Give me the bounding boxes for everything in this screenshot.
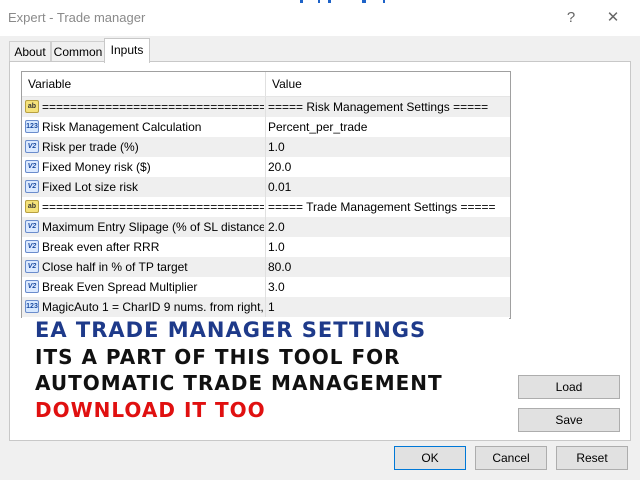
enum-type-icon: 123 — [25, 120, 39, 133]
column-header-value[interactable]: Value — [266, 72, 510, 96]
variable-name: Fixed Money risk ($) — [42, 160, 151, 174]
load-button[interactable]: Load — [518, 375, 620, 399]
double-type-icon: V2 — [25, 180, 39, 193]
double-type-icon: V2 — [25, 220, 39, 233]
inputs-grid: Variable Value ab ======================… — [21, 71, 511, 319]
table-row[interactable]: V2 Break Even Spread Multiplier 3.0 — [22, 277, 510, 297]
chart-strip — [318, 0, 320, 3]
table-row[interactable]: ab ================================ ====… — [22, 197, 510, 217]
variable-value[interactable]: 0.01 — [268, 177, 504, 197]
table-row[interactable]: V2 Close half in % of TP target 80.0 — [22, 257, 510, 277]
variable-name: Close half in % of TP target — [42, 260, 188, 274]
window-title: Expert - Trade manager — [8, 10, 146, 25]
chart-strip — [362, 0, 366, 3]
table-row[interactable]: V2 Risk per trade (%) 1.0 — [22, 137, 510, 157]
variable-name: MagicAuto 1 = CharID 9 nums. from right,… — [42, 300, 264, 314]
integer-type-icon: 123 — [25, 300, 39, 313]
promo-title: EA Trade Manager Settings — [35, 318, 427, 342]
promo-line: automatic trade management — [35, 371, 443, 395]
variable-value[interactable]: 20.0 — [268, 157, 504, 177]
tab-about[interactable]: About — [9, 41, 51, 62]
table-row[interactable]: V2 Fixed Lot size risk 0.01 — [22, 177, 510, 197]
close-icon[interactable]: ✕ — [602, 8, 624, 28]
table-row[interactable]: V2 Fixed Money risk ($) 20.0 — [22, 157, 510, 177]
variable-value[interactable]: ===== Trade Management Settings ===== — [268, 197, 504, 217]
title-bar: Expert - Trade manager ? ✕ — [0, 0, 640, 36]
double-type-icon: V2 — [25, 240, 39, 253]
variable-name: Risk Management Calculation — [42, 120, 202, 134]
variable-name: ================================ — [42, 100, 264, 114]
cancel-button[interactable]: Cancel — [475, 446, 547, 470]
table-row[interactable]: ab ================================ ====… — [22, 97, 510, 117]
grid-header: Variable Value — [22, 72, 510, 97]
chart-strip — [328, 0, 331, 3]
variable-name: ================================ — [42, 200, 264, 214]
table-row[interactable]: V2 Maximum Entry Slipage (% of SL distan… — [22, 217, 510, 237]
string-type-icon: ab — [25, 200, 39, 213]
variable-value[interactable]: 3.0 — [268, 277, 504, 297]
variable-name: Fixed Lot size risk — [42, 180, 139, 194]
tab-common[interactable]: Common — [51, 41, 105, 62]
variable-value[interactable]: 1 — [268, 297, 504, 317]
variable-value[interactable]: Percent_per_trade — [268, 117, 504, 137]
variable-name: Break even after RRR — [42, 240, 160, 254]
variable-name: Break Even Spread Multiplier — [42, 280, 198, 294]
double-type-icon: V2 — [25, 160, 39, 173]
promo-download: Download it too — [35, 398, 266, 422]
tab-bar: About Common Inputs — [0, 36, 640, 63]
ok-button[interactable]: OK — [394, 446, 466, 470]
variable-value[interactable]: 1.0 — [268, 137, 504, 157]
chart-strip — [383, 0, 385, 3]
variable-value[interactable]: 80.0 — [268, 257, 504, 277]
double-type-icon: V2 — [25, 140, 39, 153]
reset-button[interactable]: Reset — [556, 446, 628, 470]
column-header-variable[interactable]: Variable — [22, 72, 265, 96]
variable-value[interactable]: 2.0 — [268, 217, 504, 237]
promo-overlay: EA Trade Manager Settings Its a part of … — [21, 318, 509, 428]
variable-name: Maximum Entry Slipage (% of SL distance) — [42, 220, 264, 234]
table-row[interactable]: V2 Break even after RRR 1.0 — [22, 237, 510, 257]
variable-name: Risk per trade (%) — [42, 140, 139, 154]
variable-value[interactable]: ===== Risk Management Settings ===== — [268, 97, 504, 117]
tab-inputs[interactable]: Inputs — [104, 38, 150, 63]
help-icon[interactable]: ? — [560, 8, 582, 28]
string-type-icon: ab — [25, 100, 39, 113]
table-row[interactable]: 123 Risk Management Calculation Percent_… — [22, 117, 510, 137]
double-type-icon: V2 — [25, 260, 39, 273]
table-row[interactable]: 123 MagicAuto 1 = CharID 9 nums. from ri… — [22, 297, 510, 317]
double-type-icon: V2 — [25, 280, 39, 293]
save-button[interactable]: Save — [518, 408, 620, 432]
variable-value[interactable]: 1.0 — [268, 237, 504, 257]
chart-strip — [300, 0, 303, 3]
promo-line: Its a part of this tool for — [35, 345, 401, 369]
